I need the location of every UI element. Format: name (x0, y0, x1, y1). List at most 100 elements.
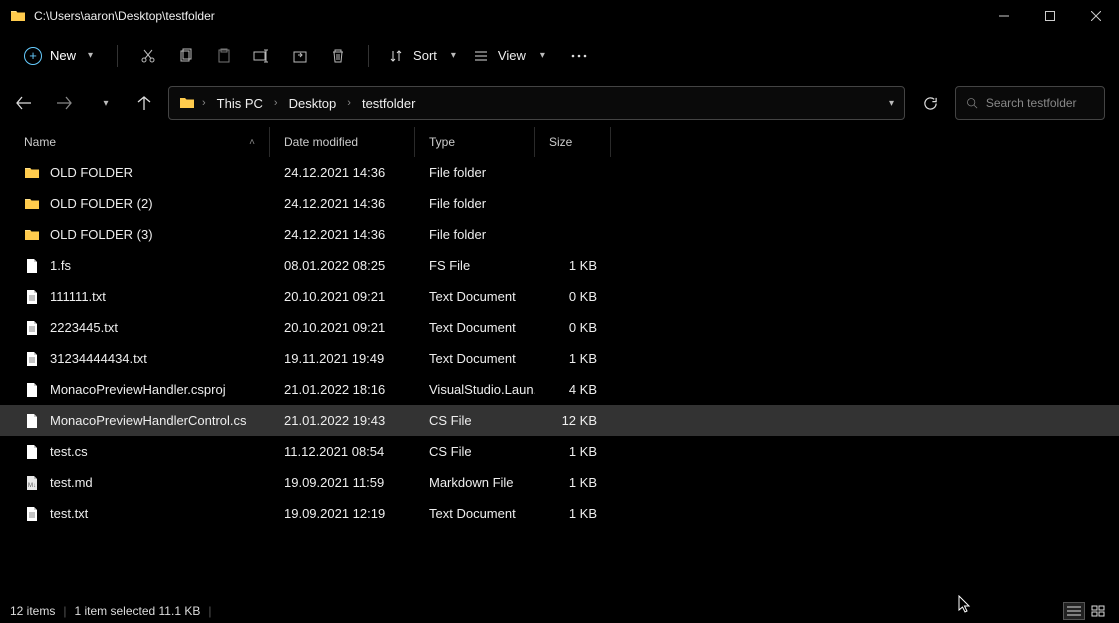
search-input[interactable] (986, 96, 1094, 110)
share-button[interactable] (284, 40, 316, 72)
details-view-button[interactable] (1063, 602, 1085, 620)
file-row[interactable]: 2223445.txt 20.10.2021 09:21Text Document… (0, 312, 1119, 343)
title-bar: C:\Users\aaron\Desktop\testfolder (0, 0, 1119, 32)
file-name: 2223445.txt (50, 320, 118, 335)
recent-button[interactable]: ▾ (88, 87, 120, 119)
sort-indicator-icon: ˄ (249, 137, 255, 148)
file-type: CS File (415, 413, 535, 428)
file-row[interactable]: OLD FOLDER (2) 24.12.2021 14:36File folde… (0, 188, 1119, 219)
column-name[interactable]: Name˄ (10, 127, 270, 157)
view-icon (474, 49, 488, 63)
minimize-button[interactable] (981, 0, 1027, 32)
chevron-down-icon: ▾ (451, 50, 456, 61)
file-list: OLD FOLDER24.12.2021 14:36File folderOLD… (0, 157, 1119, 529)
file-icon (24, 258, 40, 274)
file-date: 20.10.2021 09:21 (270, 320, 415, 335)
view-label: View (498, 48, 526, 63)
file-size: 1 KB (535, 475, 611, 490)
folder-icon (24, 196, 40, 212)
refresh-button[interactable] (913, 86, 947, 120)
file-row[interactable]: MonacoPreviewHandlerControl.cs21.01.2022… (0, 405, 1119, 436)
file-row[interactable]: 111111.txt20.10.2021 09:21Text Document0… (0, 281, 1119, 312)
file-type: VisualStudio.Laun... (415, 382, 535, 397)
breadcrumb-item[interactable]: Desktop (285, 96, 341, 111)
new-button[interactable]: + New ▾ (14, 39, 103, 73)
file-size: 0 KB (535, 289, 611, 304)
file-name: 111111.txt (50, 289, 106, 304)
file-date: 24.12.2021 14:36 (270, 196, 415, 211)
file-name: test.txt (50, 506, 88, 521)
file-name: OLD FOLDER (2) (50, 196, 153, 211)
chevron-down-icon: ▾ (540, 50, 545, 61)
maximize-button[interactable] (1027, 0, 1073, 32)
column-size[interactable]: Size (535, 127, 611, 157)
search-icon (966, 96, 978, 110)
file-icon (24, 382, 40, 398)
folder-icon (10, 8, 26, 24)
file-row[interactable]: MonacoPreviewHandler.csproj21.01.2022 18… (0, 374, 1119, 405)
thumbnails-view-button[interactable] (1087, 602, 1109, 620)
close-button[interactable] (1073, 0, 1119, 32)
file-type: File folder (415, 227, 535, 242)
file-date: 24.12.2021 14:36 (270, 165, 415, 180)
file-name: MonacoPreviewHandlerControl.cs (50, 413, 247, 428)
forward-button[interactable] (48, 87, 80, 119)
search-box[interactable] (955, 86, 1105, 120)
file-name: OLD FOLDER (50, 165, 133, 180)
file-type: File folder (415, 196, 535, 211)
file-row[interactable]: 1.fs08.01.2022 08:25FS File1 KB (0, 250, 1119, 281)
file-date: 08.01.2022 08:25 (270, 258, 415, 273)
separator (117, 45, 118, 67)
chevron-right-icon: › (267, 97, 285, 109)
paste-button[interactable] (208, 40, 240, 72)
file-icon (24, 444, 40, 460)
breadcrumb-item[interactable]: This PC (213, 96, 267, 111)
file-name: OLD FOLDER (3) (50, 227, 153, 242)
rename-button[interactable] (246, 40, 278, 72)
sort-label: Sort (413, 48, 437, 63)
svg-text:M↓: M↓ (28, 483, 36, 489)
up-button[interactable] (128, 87, 160, 119)
delete-button[interactable] (322, 40, 354, 72)
new-label: New (50, 48, 76, 63)
file-date: 19.09.2021 11:59 (270, 475, 415, 490)
breadcrumb-item[interactable]: testfolder (358, 96, 419, 111)
file-row[interactable]: M↓test.md19.09.2021 11:59Markdown File1 … (0, 467, 1119, 498)
file-size: 1 KB (535, 258, 611, 273)
file-icon: M↓ (24, 475, 40, 491)
file-name: 31234444434.txt (50, 351, 147, 366)
column-date[interactable]: Date modified (270, 127, 415, 157)
file-row[interactable]: 31234444434.txt19.11.2021 19:49Text Docu… (0, 343, 1119, 374)
file-icon (24, 289, 40, 305)
sort-button[interactable]: Sort ▾ (383, 48, 462, 63)
file-row[interactable]: test.txt19.09.2021 12:19Text Document1 K… (0, 498, 1119, 529)
chevron-down-icon[interactable]: ▾ (889, 98, 894, 109)
file-date: 19.09.2021 12:19 (270, 506, 415, 521)
file-size: 12 KB (535, 413, 611, 428)
address-bar[interactable]: › This PC › Desktop › testfolder ▾ (168, 86, 905, 120)
file-type: Text Document (415, 320, 535, 335)
file-size: 1 KB (535, 351, 611, 366)
file-row[interactable]: OLD FOLDER (3)24.12.2021 14:36File folde… (0, 219, 1119, 250)
chevron-right-icon: › (340, 97, 358, 109)
column-type[interactable]: Type (415, 127, 535, 157)
view-button[interactable]: View ▾ (468, 48, 551, 63)
toolbar: + New ▾ Sort ▾ View ▾ (0, 32, 1119, 79)
chevron-down-icon: ▾ (88, 50, 93, 61)
file-icon (24, 320, 40, 336)
file-type: Text Document (415, 289, 535, 304)
chevron-right-icon: › (195, 97, 213, 109)
file-name: MonacoPreviewHandler.csproj (50, 382, 226, 397)
file-row[interactable]: test.cs11.12.2021 08:54CS File1 KB (0, 436, 1119, 467)
selection-info: 1 item selected 11.1 KB (74, 604, 200, 618)
navigation-row: ▾ › This PC › Desktop › testfolder ▾ (0, 79, 1119, 127)
file-row[interactable]: OLD FOLDER24.12.2021 14:36File folder (0, 157, 1119, 188)
copy-button[interactable] (170, 40, 202, 72)
file-icon (24, 506, 40, 522)
file-icon (24, 413, 40, 429)
column-headers: Name˄ Date modified Type Size (0, 127, 1119, 157)
cut-button[interactable] (132, 40, 164, 72)
chevron-down-icon: ▾ (103, 98, 108, 109)
back-button[interactable] (8, 87, 40, 119)
more-button[interactable] (563, 40, 595, 72)
